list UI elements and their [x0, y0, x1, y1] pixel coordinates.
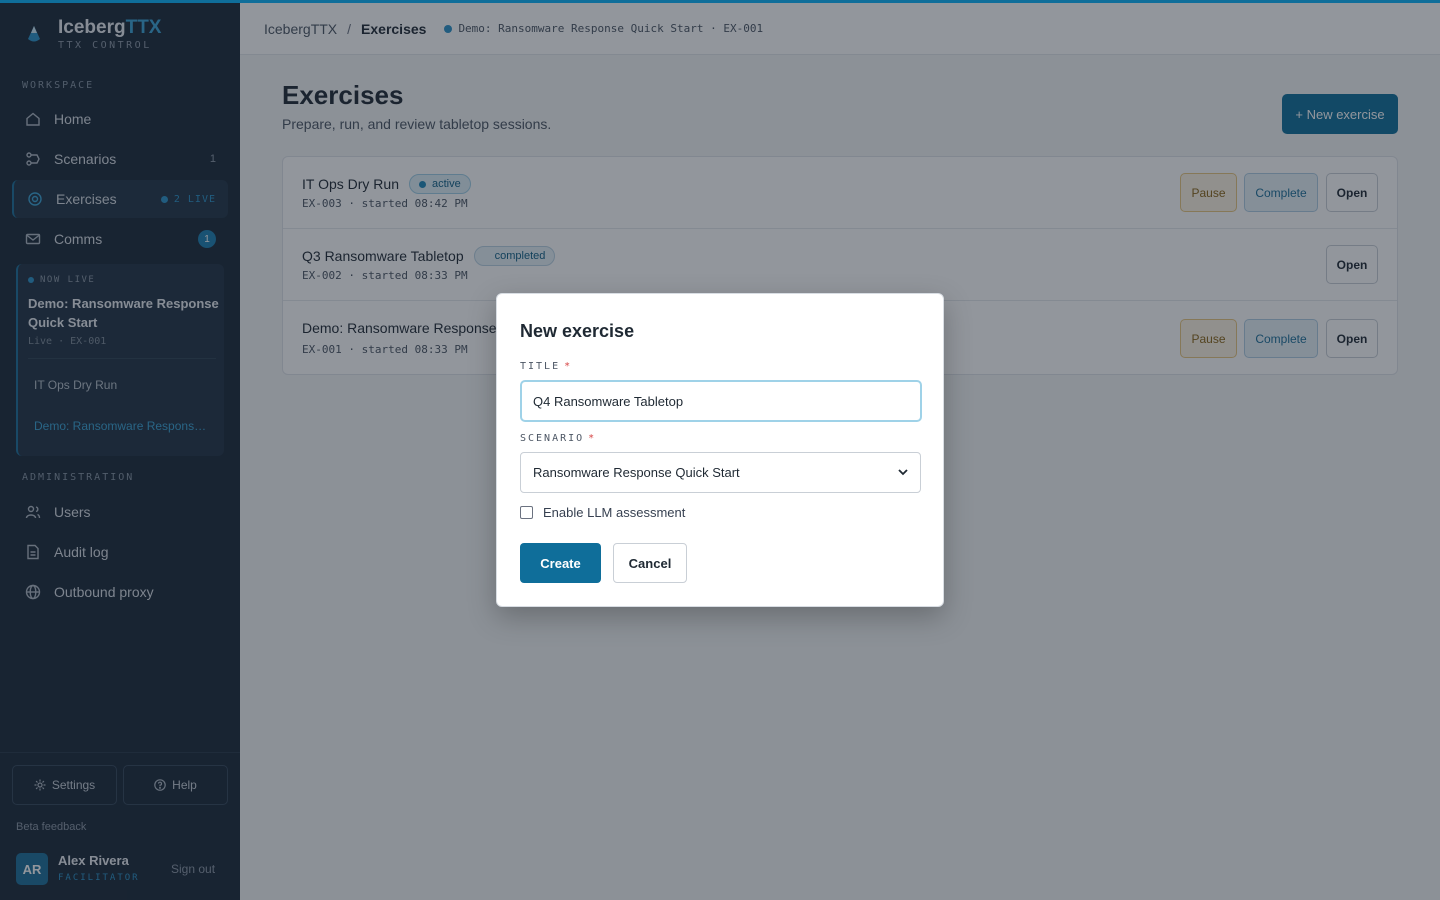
- llm-assessment-checkbox[interactable]: [520, 506, 533, 519]
- new-exercise-dialog: New exercise TITLE* SCENARIO* Ransomware…: [496, 293, 944, 607]
- title-input[interactable]: [520, 380, 922, 422]
- llm-assessment-option[interactable]: Enable LLM assessment: [520, 505, 685, 520]
- create-button[interactable]: Create: [520, 543, 601, 583]
- scenario-select[interactable]: Ransomware Response Quick Start: [520, 452, 921, 493]
- chevron-down-icon: [898, 469, 908, 476]
- dialog-title: New exercise: [520, 321, 635, 341]
- llm-assessment-label: Enable LLM assessment: [543, 505, 686, 520]
- cancel-button[interactable]: Cancel: [613, 543, 687, 583]
- top-accent-bar: [0, 0, 1440, 3]
- title-field-label: TITLE *: [520, 361, 573, 372]
- scenario-field-label: SCENARIO *: [520, 433, 597, 444]
- scenario-selected-value: Ransomware Response Quick Start: [533, 465, 740, 480]
